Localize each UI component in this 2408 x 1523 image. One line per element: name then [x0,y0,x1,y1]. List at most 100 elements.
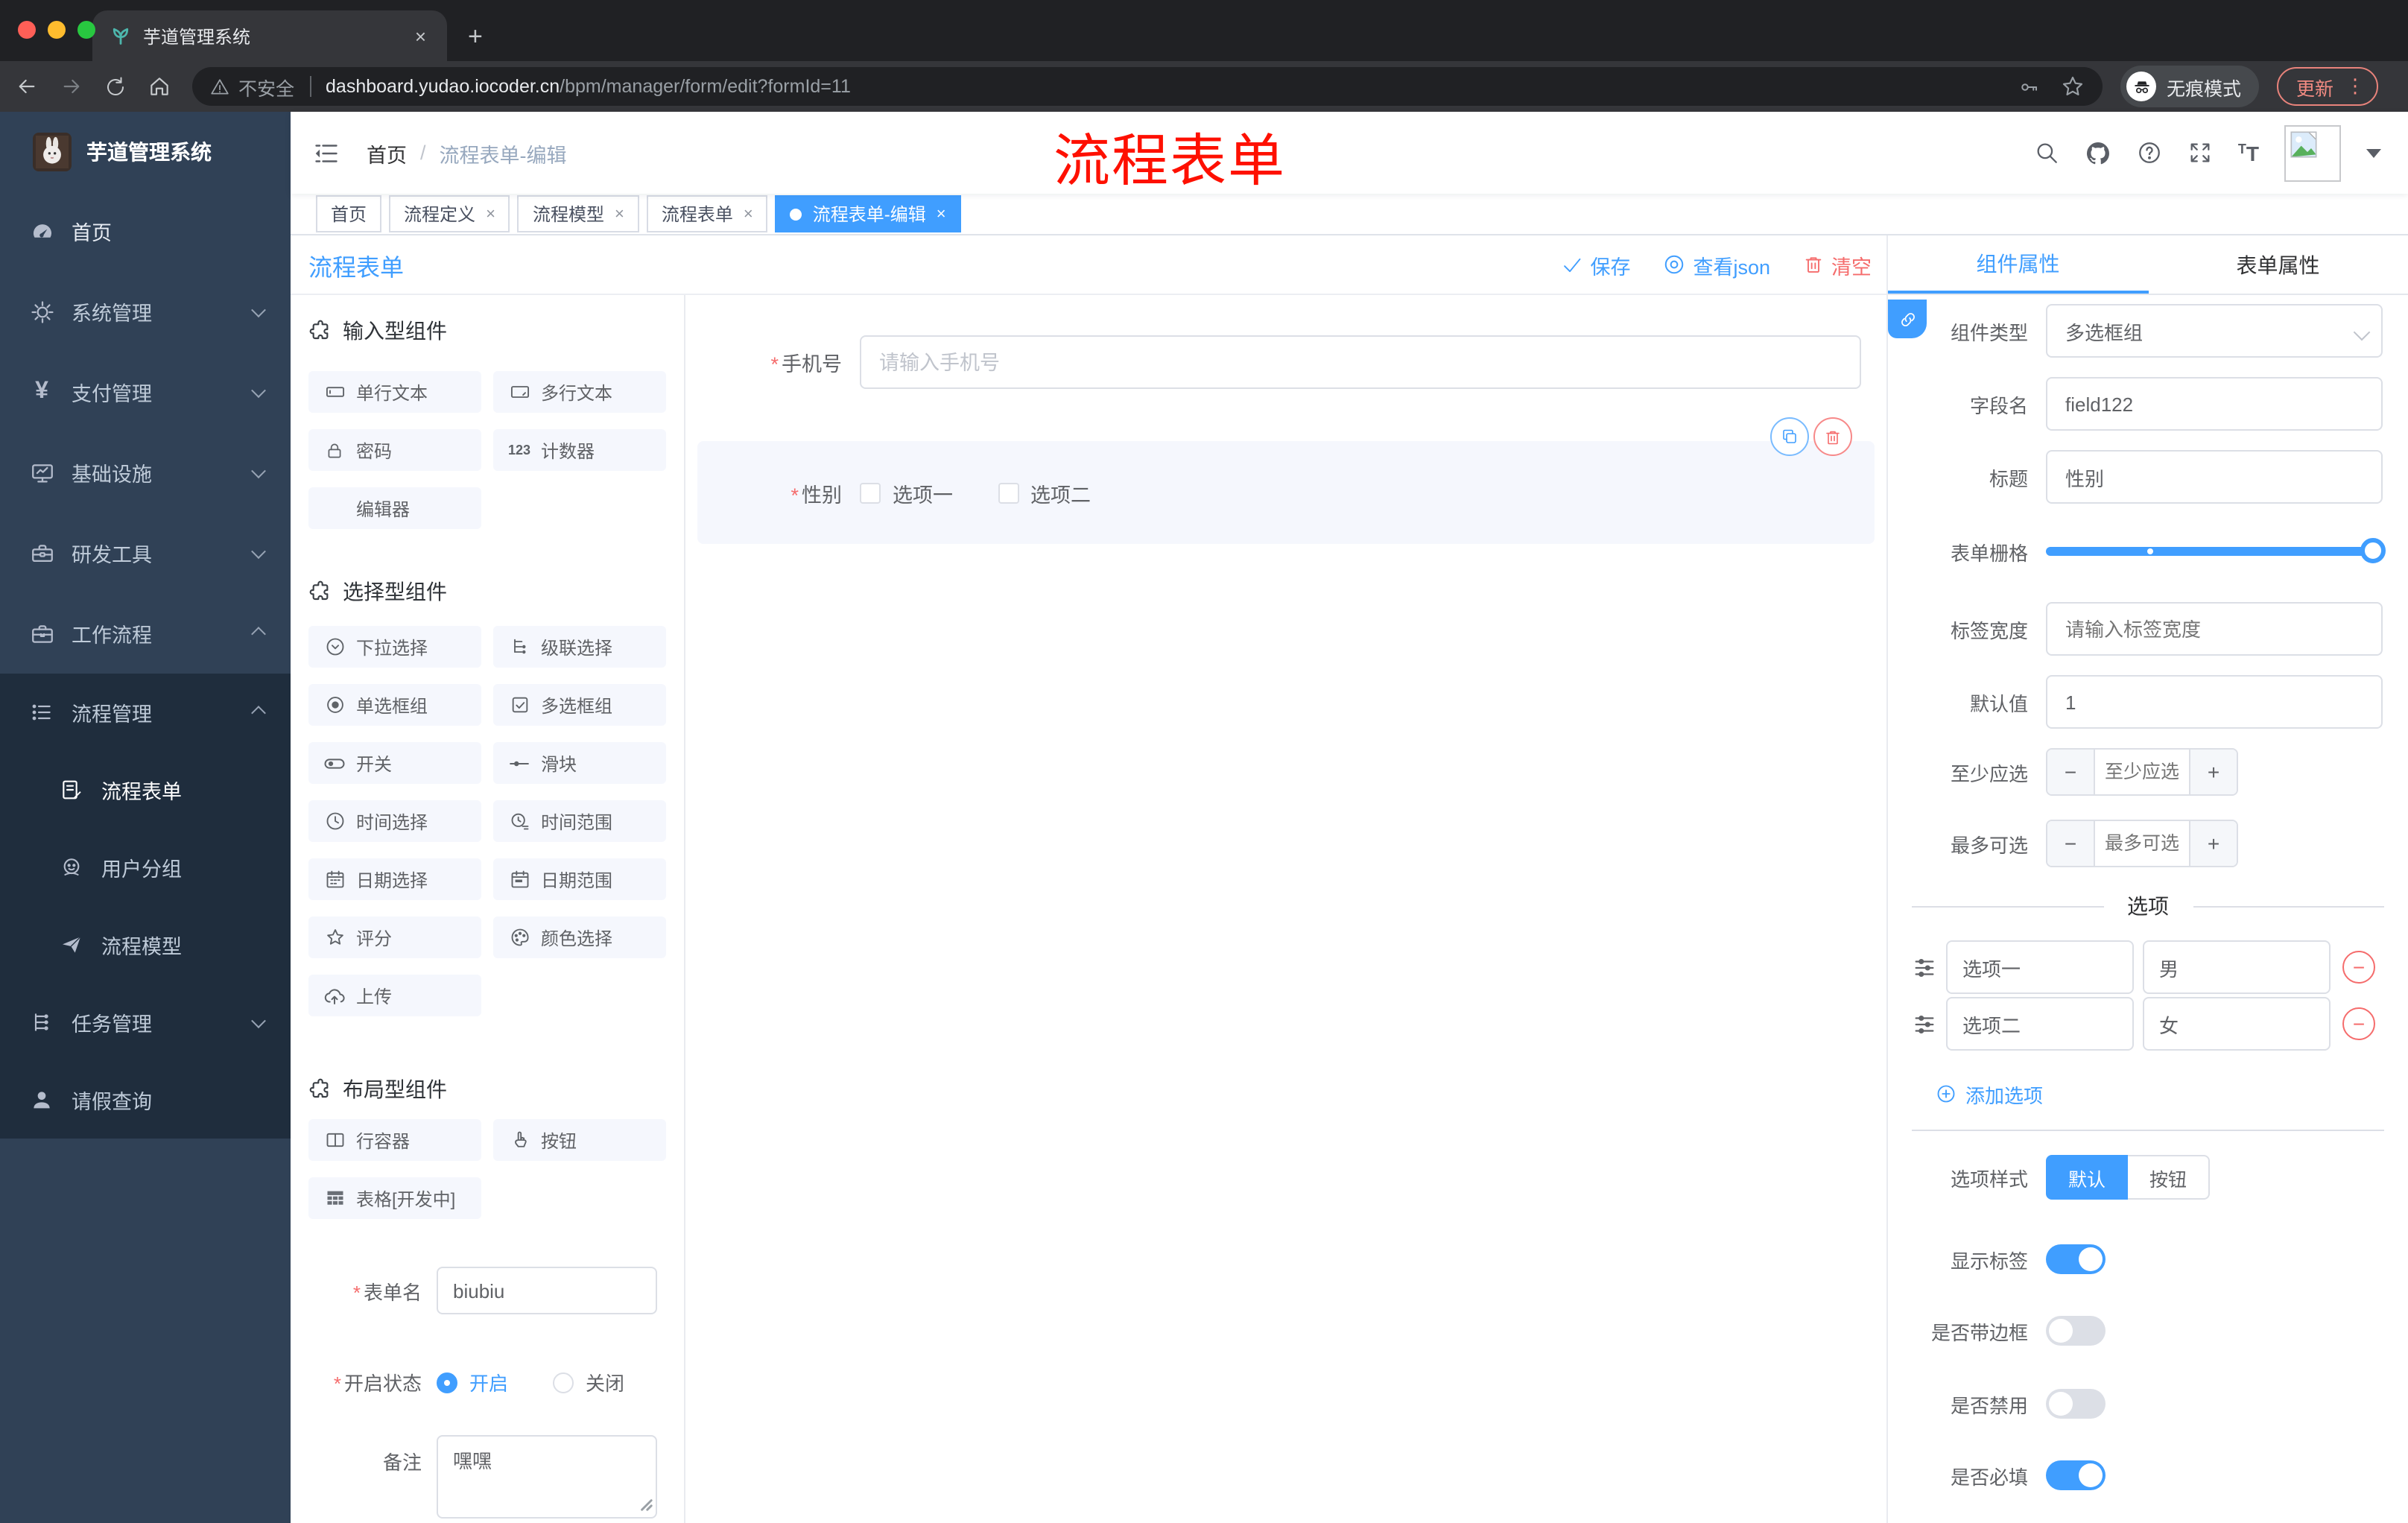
sidebar-item-user-group[interactable]: 用户分组 [0,829,291,906]
minus-button[interactable]: − [2047,750,2094,794]
component-password[interactable]: 密码 [308,429,481,471]
back-icon[interactable] [15,75,39,98]
remove-option-button[interactable]: − [2342,1007,2375,1040]
default-value-input[interactable] [2046,675,2383,729]
component-time-range[interactable]: 时间范围 [493,800,666,842]
gender-option-2[interactable]: 选项二 [998,478,1091,507]
component-counter[interactable]: 123 计数器 [493,429,666,471]
sidebar-item-workflow[interactable]: 工作流程 [0,593,291,674]
github-icon[interactable] [2085,139,2111,166]
tag-process-form-edit[interactable]: 流程表单-编辑 × [775,195,961,232]
close-window-button[interactable] [18,21,36,39]
clear-button[interactable]: 清空 [1803,250,1872,279]
component-upload[interactable]: 上传 [308,975,481,1016]
option-label-input[interactable] [1946,940,2134,994]
required-toggle[interactable] [2046,1460,2106,1490]
component-cascader[interactable]: 级联选择 [493,626,666,668]
drag-handle-icon[interactable] [1912,1011,1937,1036]
new-tab-button[interactable]: + [468,22,483,52]
close-tag-icon[interactable]: × [486,205,495,223]
label-width-input[interactable] [2046,602,2383,656]
remove-option-button[interactable]: − [2342,951,2375,984]
minimize-window-button[interactable] [48,21,66,39]
tag-process-form[interactable]: 流程表单 × [646,195,768,232]
link-handle[interactable] [1888,300,1927,338]
minus-button[interactable]: − [2047,821,2094,866]
component-select[interactable]: 下拉选择 [308,626,481,668]
browser-menu-dots-icon[interactable]: ⋮ [2345,75,2365,98]
canvas-field-gender-selected[interactable]: * 性别 选项一 选项二 [697,417,1875,544]
plus-button[interactable]: + [2190,821,2237,866]
radio-off-icon[interactable] [553,1372,574,1393]
tab-form-props[interactable]: 表单属性 [2148,235,2408,294]
window-controls[interactable] [18,21,95,39]
title-input[interactable] [2046,450,2383,504]
sidebar-item-process-mgmt[interactable]: 流程管理 [0,674,291,751]
phone-input[interactable] [860,335,1861,389]
component-date-picker[interactable]: 日期选择 [308,858,481,900]
breadcrumb-home[interactable]: 首页 [367,138,407,168]
component-multi-text[interactable]: 多行文本 [493,371,666,413]
option-value-input[interactable] [2143,997,2331,1051]
plus-button[interactable]: + [2190,750,2237,794]
disabled-toggle[interactable] [2046,1389,2106,1419]
checkbox-icon[interactable] [998,482,1018,503]
field-name-input[interactable] [2046,377,2383,431]
option-label-input[interactable] [1946,997,2134,1051]
url-bar[interactable]: 不安全 dashboard.yudao.iocoder.cn/bpm/manag… [192,67,2103,106]
password-key-icon[interactable] [2018,75,2040,98]
radio-on-label[interactable]: 开启 [469,1368,508,1396]
with-border-toggle[interactable] [2046,1316,2106,1346]
close-tag-icon[interactable]: × [937,205,946,223]
sidebar-item-payment[interactable]: ¥ 支付管理 [0,352,291,432]
component-date-range[interactable]: 日期范围 [493,858,666,900]
tag-home[interactable]: 首页 [316,195,382,232]
help-icon[interactable] [2137,140,2162,165]
close-tag-icon[interactable]: × [615,205,624,223]
min-select-input[interactable] [2094,750,2190,794]
fullscreen-icon[interactable] [2187,140,2213,165]
component-slider[interactable]: 滑块 [493,742,666,784]
canvas-field-phone[interactable]: * 手机号 [685,335,1886,389]
browser-update-button[interactable]: 更新 ⋮ [2277,67,2379,106]
tag-process-model[interactable]: 流程模型 × [517,195,639,232]
gender-option-1[interactable]: 选项一 [860,478,953,507]
collapse-sidebar-icon[interactable] [313,139,340,166]
drag-handle-icon[interactable] [1912,954,1937,980]
component-checkbox-group[interactable]: 多选框组 [493,684,666,726]
avatar[interactable] [2284,124,2341,181]
radio-on-icon[interactable] [437,1372,457,1393]
search-icon[interactable] [2034,140,2059,165]
component-button[interactable]: 按钮 [493,1119,666,1161]
close-tab-icon[interactable]: × [409,25,432,47]
component-color-picker[interactable]: 颜色选择 [493,916,666,958]
bookmark-star-icon[interactable] [2061,75,2085,98]
sidebar-item-system[interactable]: 系统管理 [0,271,291,352]
form-remark-textarea[interactable] [437,1435,657,1519]
component-single-text[interactable]: 单行文本 [308,371,481,413]
grid-slider[interactable] [2046,533,2386,569]
radio-off-label[interactable]: 关闭 [586,1368,624,1396]
sidebar-item-task-mgmt[interactable]: 任务管理 [0,984,291,1061]
avatar-caret-icon[interactable] [2366,148,2381,157]
form-name-input[interactable] [437,1267,657,1314]
sidebar-item-infra[interactable]: 基础设施 [0,432,291,513]
copy-component-button[interactable] [1770,417,1809,456]
component-table-dev[interactable]: 表格[开发中] [308,1177,481,1219]
sidebar-item-leave-query[interactable]: 请假查询 [0,1061,291,1139]
slider-handle[interactable] [2360,538,2386,563]
tab-component-props[interactable]: 组件属性 [1888,235,2148,294]
close-tag-icon[interactable]: × [744,205,753,223]
sidebar-item-home[interactable]: 首页 [0,191,291,271]
resize-handle-icon[interactable] [639,1492,653,1519]
component-time-picker[interactable]: 时间选择 [308,800,481,842]
checkbox-icon[interactable] [860,482,881,503]
home-icon[interactable] [148,75,171,98]
show-label-toggle[interactable] [2046,1244,2106,1274]
style-button-button[interactable]: 按钮 [2128,1155,2210,1200]
maximize-window-button[interactable] [77,21,95,39]
save-button[interactable]: 保存 [1562,250,1630,279]
component-type-select[interactable] [2046,304,2383,358]
delete-component-button[interactable] [1813,417,1852,456]
slider-track[interactable] [2046,538,2386,563]
